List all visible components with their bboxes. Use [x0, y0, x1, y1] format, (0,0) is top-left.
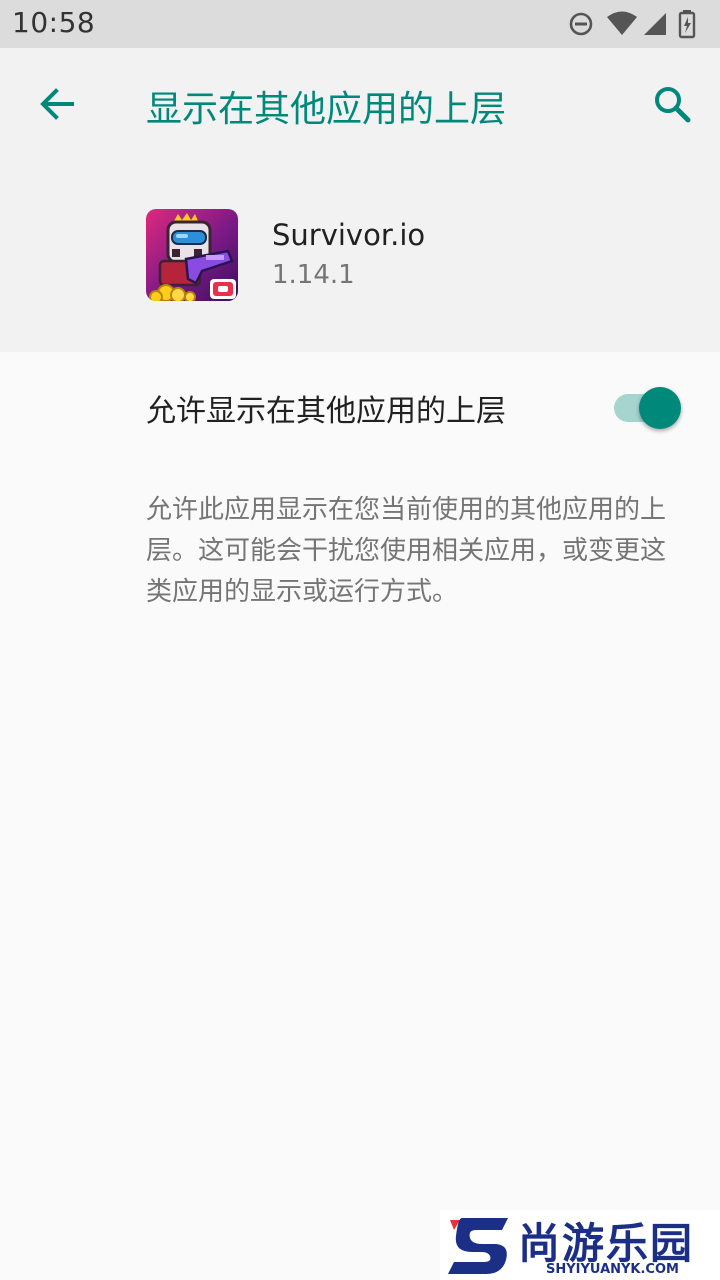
wifi-icon — [607, 11, 637, 35]
app-icon — [146, 209, 238, 301]
dnd-icon — [569, 12, 593, 36]
watermark-logo-icon — [448, 1218, 508, 1274]
status-time: 10:58 — [12, 6, 96, 39]
permission-toggle-label: 允许显示在其他应用的上层 — [146, 394, 506, 429]
app-version: 1.14.1 — [272, 260, 355, 290]
permission-switch[interactable] — [612, 384, 684, 430]
battery-icon — [678, 10, 696, 39]
arrow-back-icon — [40, 88, 74, 120]
page-title: 显示在其他应用的上层 — [146, 89, 507, 130]
permission-description: 允许此应用显示在您当前使用的其他应用的上层。这可能会干扰您使用相关应用，或变更这… — [146, 495, 667, 607]
app-name: Survivor.io — [272, 218, 426, 252]
status-bar: 10:58 — [0, 0, 720, 48]
permission-toggle-row[interactable]: 允许显示在其他应用的上层 — [0, 352, 720, 460]
search-button[interactable] — [640, 78, 704, 130]
watermark-domain: SHYIYUANYK.COM — [546, 1262, 679, 1277]
signal-icon — [644, 13, 666, 35]
search-icon — [655, 87, 691, 123]
back-button[interactable] — [24, 78, 88, 130]
watermark: 尚游乐园 SHYIYUANYK.COM — [440, 1210, 720, 1280]
app-header: 显示在其他应用的上层 Survivor.io 1.14.1 — [0, 48, 720, 352]
switch-thumb — [639, 387, 681, 429]
